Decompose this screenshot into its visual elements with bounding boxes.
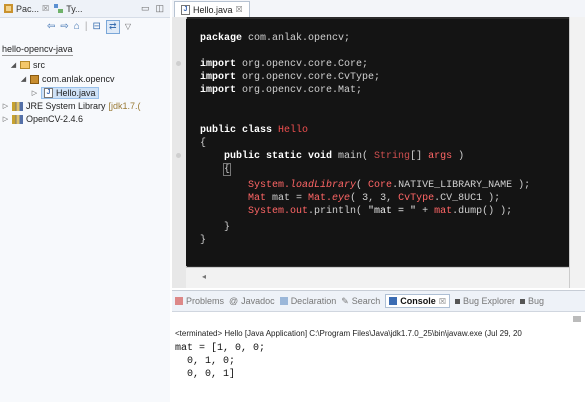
search-icon: ✎ xyxy=(341,295,349,306)
tab-bug[interactable]: Bug xyxy=(520,296,544,306)
package-explorer-panel: Pac... ☒ Ty... ▭ ◫ ⇦ ⇨ ⌂ | ⊟ ⇄ ▽ hello-o… xyxy=(0,0,170,402)
tab-problems[interactable]: Problems xyxy=(175,296,224,306)
tree-item-hello-java[interactable]: ▷ J Hello.java xyxy=(31,87,99,99)
tree-item-package-label: com.anlak.opencv xyxy=(42,74,115,84)
tab-declaration-label: Declaration xyxy=(290,296,337,306)
code-line: package com.anlak.opencv; xyxy=(200,33,351,44)
tab-package-explorer[interactable]: Pac... ☒ xyxy=(4,4,49,14)
scroll-left-icon[interactable]: ◂ xyxy=(202,272,206,281)
editor-tab-label: Hello.java xyxy=(193,4,233,15)
code-line: { xyxy=(222,163,232,176)
tab-console-label: Console xyxy=(400,296,436,306)
expanded-triangle-icon[interactable]: ◢ xyxy=(20,75,27,83)
package-explorer-icon xyxy=(4,4,13,13)
java-file-icon: J xyxy=(181,4,190,15)
console-output-line: 0, 1, 0; xyxy=(175,356,236,367)
tab-bug-explorer-label: Bug Explorer xyxy=(462,296,516,306)
tree-item-package[interactable]: ◢ com.anlak.opencv xyxy=(20,74,115,84)
selected-file-highlight: J Hello.java xyxy=(41,87,99,99)
code-text[interactable]: package com.anlak.opencv; import org.ope… xyxy=(176,19,570,266)
javadoc-icon: @ xyxy=(229,296,239,306)
tab-package-explorer-label: Pac... xyxy=(16,3,40,14)
tab-search[interactable]: ✎ Search xyxy=(341,296,380,307)
left-view-tabs: Pac... ☒ Ty... ▭ ◫ xyxy=(0,0,170,18)
tab-javadoc-label: Javadoc xyxy=(241,296,275,306)
problems-icon xyxy=(175,297,183,305)
console-output-line: mat = [1, 0, 0; xyxy=(175,343,266,354)
bug-explorer-icon xyxy=(454,298,460,304)
declaration-icon xyxy=(279,297,288,305)
collapsed-triangle-icon[interactable]: ▷ xyxy=(31,89,38,97)
tree-item-jre-label: JRE System Library xyxy=(26,101,106,111)
view-menu-icon[interactable]: ▽ xyxy=(125,22,131,31)
bug-icon xyxy=(520,298,526,304)
code-line: import org.opencv.core.Core; xyxy=(200,59,369,70)
editor-tab-bar: J Hello.java ☒ xyxy=(172,0,585,18)
tab-declaration[interactable]: Declaration xyxy=(279,296,337,306)
tab-bug-label: Bug xyxy=(528,296,545,306)
collapsed-triangle-icon[interactable]: ▷ xyxy=(2,115,9,123)
close-icon[interactable]: ☒ xyxy=(236,5,243,14)
tree-item-opencv[interactable]: ▷ OpenCV-2.4.6 xyxy=(2,114,83,124)
tree-item-jre-version: [jdk1.7.( xyxy=(108,101,141,111)
code-area[interactable]: package com.anlak.opencv; import org.ope… xyxy=(172,17,570,288)
terminated-status: <terminated> Hello [Java Application] C:… xyxy=(175,329,522,338)
tree-item-src[interactable]: ◢ src xyxy=(10,60,45,70)
fold-collapse-icon[interactable] xyxy=(176,153,181,158)
code-line: public class Hello xyxy=(200,125,309,136)
tree-item-src-label: src xyxy=(33,60,45,70)
close-icon[interactable]: ☒ xyxy=(439,297,446,306)
project-name[interactable]: hello-opencv-java xyxy=(2,44,73,56)
code-editor-panel: J Hello.java ☒ package com.anlak.opencv;… xyxy=(172,0,585,288)
collapsed-triangle-icon[interactable]: ▷ xyxy=(2,102,9,110)
type-hierarchy-icon xyxy=(54,4,64,13)
toolbar-separator: | xyxy=(84,21,88,32)
code-line: import org.opencv.core.CvType; xyxy=(200,72,381,83)
tab-type-hierarchy[interactable]: Ty... xyxy=(54,3,83,14)
source-folder-icon xyxy=(20,61,30,69)
close-icon[interactable]: ☒ xyxy=(42,4,49,13)
tree-item-jre[interactable]: ▷ JRE System Library [jdk1.7.( xyxy=(2,101,141,111)
collapse-all-icon[interactable]: ⊟ xyxy=(92,21,100,32)
maximize-icon[interactable]: ◫ xyxy=(155,3,164,14)
console-icon xyxy=(389,297,398,305)
back-arrow-icon[interactable]: ⇦ xyxy=(47,21,55,32)
tab-problems-label: Problems xyxy=(186,296,225,306)
vertical-scrollbar[interactable] xyxy=(569,17,585,288)
bottom-view-tabs: Problems @ Javadoc Declaration ✎ Search Co… xyxy=(172,291,585,312)
tab-search-label: Search xyxy=(351,296,381,306)
package-icon xyxy=(30,74,39,84)
tab-hello-java[interactable]: J Hello.java ☒ xyxy=(174,1,250,17)
code-line: System.loadLibrary( Core.NATIVE_LIBRARY_… xyxy=(248,180,531,191)
code-line: } xyxy=(224,222,231,233)
tab-type-hierarchy-label: Ty... xyxy=(66,3,83,14)
code-line: { xyxy=(200,138,207,149)
up-folder-icon[interactable]: ⌂ xyxy=(74,21,80,32)
tree-item-file-label: Hello.java xyxy=(56,88,96,98)
forward-arrow-icon[interactable]: ⇨ xyxy=(60,21,68,32)
explorer-toolbar: ⇦ ⇨ ⌂ | ⊟ ⇄ ▽ xyxy=(0,18,170,35)
code-line: Mat mat = Mat.eye( 3, 3, CvType.CV_8UC1 … xyxy=(248,193,501,204)
minimize-icon[interactable]: ▭ xyxy=(141,3,150,14)
link-with-editor-icon[interactable]: ⇄ xyxy=(105,19,120,34)
fold-collapse-icon[interactable] xyxy=(176,61,181,66)
expanded-triangle-icon[interactable]: ◢ xyxy=(10,61,17,69)
terminate-icon[interactable] xyxy=(573,316,581,322)
tab-bug-explorer[interactable]: Bug Explorer xyxy=(454,296,516,306)
tree-item-opencv-label: OpenCV-2.4.6 xyxy=(26,114,84,124)
code-line: public static void main( String[] args ) xyxy=(224,151,465,162)
tab-console[interactable]: Console ☒ xyxy=(385,294,450,308)
window-controls: ▭ ◫ xyxy=(141,3,170,14)
library-icon xyxy=(12,114,23,124)
code-line: import org.opencv.core.Mat; xyxy=(200,85,363,96)
code-line: System.out.println( "mat = " + mat.dump(… xyxy=(248,206,513,217)
console-panel: Problems @ Javadoc Declaration ✎ Search Co… xyxy=(172,290,585,403)
library-icon xyxy=(12,101,23,111)
tab-javadoc[interactable]: @ Javadoc xyxy=(229,296,275,306)
console-output-line: 0, 0, 1] xyxy=(175,369,236,380)
horizontal-scrollbar[interactable]: ◂ xyxy=(186,267,570,288)
java-file-icon: J xyxy=(44,88,53,98)
code-line: } xyxy=(200,235,207,246)
